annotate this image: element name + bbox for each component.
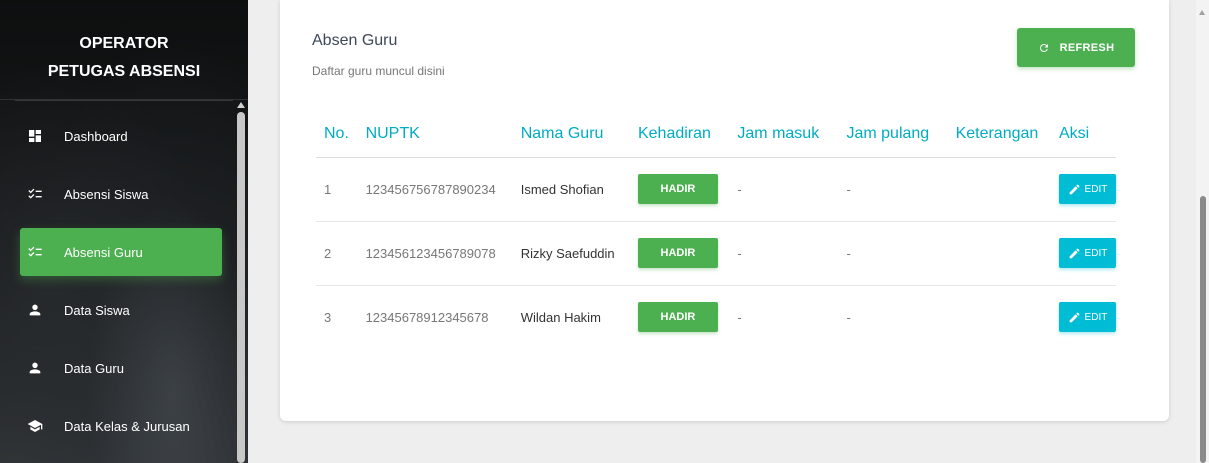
sidebar-scroll-thumb[interactable] — [237, 112, 245, 463]
sidebar-item-data-guru[interactable]: Data Guru — [20, 344, 222, 392]
cell-aksi: EDIT — [1050, 221, 1116, 286]
refresh-label: REFRESH — [1059, 41, 1115, 54]
sidebar-item-label: Absensi Guru — [64, 244, 143, 260]
cell-jam-masuk: - — [737, 309, 742, 325]
sidebar-scrollbar[interactable] — [235, 100, 247, 463]
cell-keterangan — [947, 157, 1051, 222]
checklist-icon — [24, 241, 46, 263]
status-badge: HADIR — [637, 174, 718, 204]
card-title: Absen Guru — [312, 32, 398, 49]
attendance-card: Absen Guru Daftar guru muncul disini REF… — [280, 0, 1169, 421]
cell-nuptk: 123456123456789078 — [357, 221, 513, 286]
pencil-icon — [1069, 184, 1079, 194]
header-keterangan: Keterangan — [947, 112, 1051, 158]
sidebar-item-data-siswa[interactable]: Data Siswa — [20, 286, 222, 334]
sidebar-item-label: Data Siswa — [64, 302, 130, 318]
school-icon — [24, 415, 46, 437]
sidebar-item-data-kelas-jurusan[interactable]: Data Kelas & Jurusan — [20, 402, 222, 450]
brand-divider — [15, 100, 233, 101]
sidebar-item-label: Dashboard — [64, 128, 128, 144]
edit-button[interactable]: EDIT — [1058, 238, 1116, 268]
brand-line-2: PETUGAS ABSENSI — [47, 63, 201, 80]
sidebar-item-label: Data Kelas & Jurusan — [64, 418, 190, 434]
header-no: No. — [316, 112, 358, 158]
table-row: 3 12345678912345678 Wildan Hakim HADIR -… — [316, 285, 1116, 349]
cell-aksi: EDIT — [1050, 157, 1116, 222]
pencil-icon — [1069, 312, 1079, 323]
scroll-up-arrow-icon[interactable] — [1199, 10, 1205, 15]
cell-aksi: EDIT — [1051, 285, 1116, 349]
cell-nama: Rizky Saefuddin — [512, 221, 630, 286]
cell-nama: Wildan Hakim — [520, 309, 601, 325]
cell-kehadiran: HADIR — [629, 157, 730, 222]
dashboard-icon — [24, 125, 46, 147]
sidebar-item-absensi-siswa[interactable]: Absensi Siswa — [20, 170, 222, 218]
refresh-button[interactable]: REFRESH — [1017, 28, 1135, 67]
card-subtitle: Daftar guru muncul disini — [312, 64, 445, 78]
edit-label: EDIT — [1084, 311, 1108, 323]
sidebar-item-label: Data Guru — [64, 360, 124, 376]
edit-label: EDIT — [1084, 183, 1108, 195]
table-row: 1 123456756787890234 Ismed Shofian HADIR… — [316, 157, 1116, 222]
header-jam-pulang: Jam pulang — [838, 112, 948, 158]
sidebar-item-absensi-guru[interactable]: Absensi Guru — [20, 228, 222, 276]
table-header-row: No. NUPTK Nama Guru Kehadiran Jam masuk … — [316, 112, 1116, 158]
refresh-icon — [1039, 43, 1048, 52]
sidebar: OPERATOR PETUGAS ABSENSI Dashboard Absen… — [0, 0, 248, 463]
edit-button[interactable]: EDIT — [1058, 302, 1116, 333]
person-icon — [24, 357, 46, 379]
cell-no: 2 — [316, 221, 358, 286]
cell-nuptk: 12345678912345678 — [365, 309, 489, 325]
cell-keterangan — [948, 285, 1051, 349]
cell-jam-pulang: - — [838, 221, 948, 286]
brand-line-1: OPERATOR — [79, 35, 169, 52]
cell-jam-pulang: - — [846, 309, 851, 325]
sidebar-nav: Dashboard Absensi Siswa Absensi Guru Dat… — [0, 112, 232, 460]
cell-no: 1 — [316, 157, 358, 222]
sidebar-item-label: Absensi Siswa — [64, 186, 149, 202]
pencil-icon — [1069, 248, 1079, 258]
header-nuptk: NUPTK — [357, 112, 513, 158]
checklist-icon — [24, 183, 46, 205]
cell-jam-masuk: - — [729, 221, 839, 286]
table-row: 2 123456123456789078 Rizky Saefuddin HAD… — [316, 221, 1116, 286]
status-badge: HADIR — [637, 302, 718, 333]
cell-jam-pulang: - — [838, 157, 948, 222]
cell-keterangan — [947, 221, 1051, 286]
person-icon — [24, 299, 46, 321]
edit-button[interactable]: EDIT — [1058, 174, 1116, 204]
cell-jam-masuk: - — [729, 157, 839, 222]
teacher-attendance-table: No. NUPTK Nama Guru Kehadiran Jam masuk … — [316, 112, 1116, 349]
scroll-up-arrow-icon[interactable] — [237, 102, 245, 108]
page-scroll-thumb[interactable] — [1200, 196, 1206, 463]
cell-kehadiran: HADIR — [629, 221, 730, 286]
status-badge: HADIR — [637, 238, 718, 268]
header-jam-masuk: Jam masuk — [729, 112, 839, 158]
header-aksi: Aksi — [1050, 112, 1116, 158]
header-nama-guru: Nama Guru — [512, 112, 630, 158]
cell-no: 3 — [324, 309, 332, 325]
sidebar-item-dashboard[interactable]: Dashboard — [20, 112, 222, 160]
brand: OPERATOR PETUGAS ABSENSI — [0, 0, 248, 100]
edit-label: EDIT — [1084, 247, 1108, 259]
cell-nuptk: 123456756787890234 — [357, 157, 513, 222]
cell-nama: Ismed Shofian — [512, 157, 630, 222]
cell-kehadiran: HADIR — [630, 285, 729, 349]
page-scrollbar[interactable] — [1196, 0, 1209, 463]
header-kehadiran: Kehadiran — [629, 112, 730, 158]
